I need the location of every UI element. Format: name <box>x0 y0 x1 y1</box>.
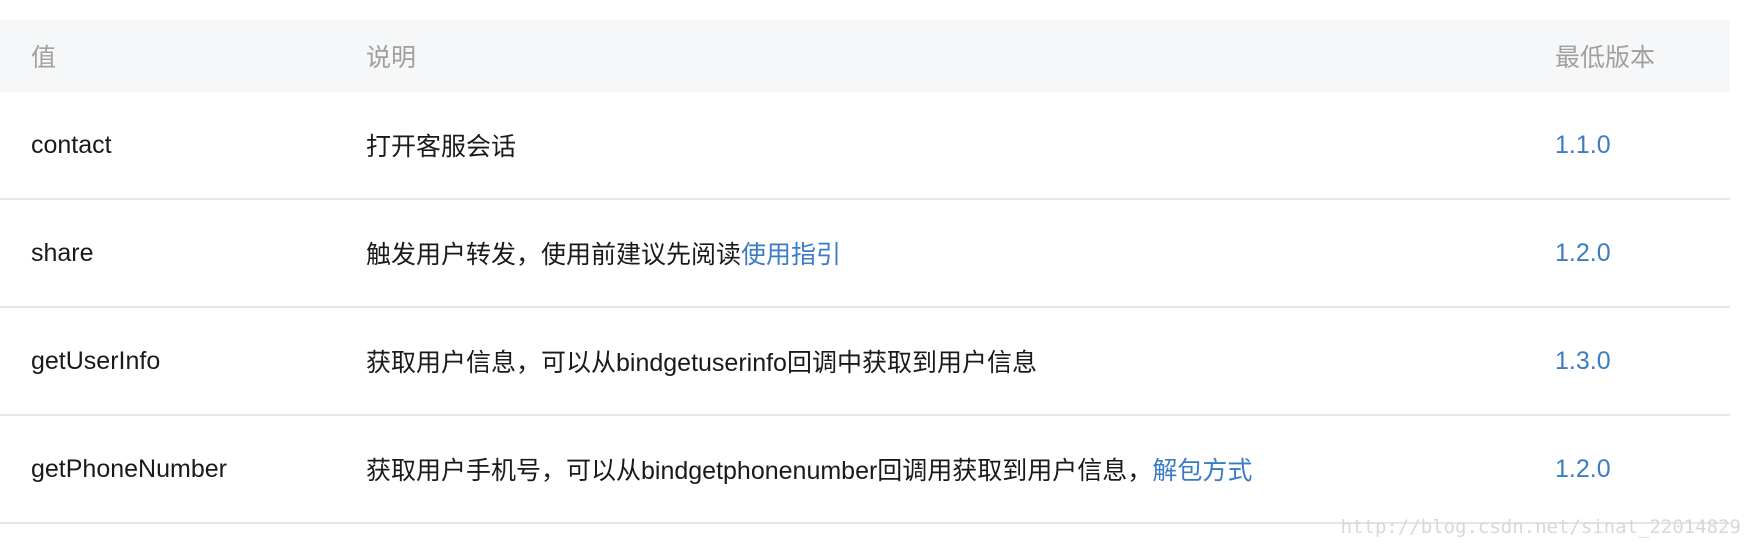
table-header: 值 说明 最低版本 <box>0 20 1730 92</box>
header-min-version: 最低版本 <box>1555 44 1656 72</box>
row-value: share <box>31 238 94 267</box>
decrypt-method-link[interactable]: 解包方式 <box>1152 451 1252 487</box>
header-description: 说明 <box>366 44 417 72</box>
row-version-link[interactable]: 1.1.0 <box>1555 92 1611 198</box>
row-version-link[interactable]: 1.2.0 <box>1555 200 1611 306</box>
row-description: 获取用户手机号，可以从bindgetphonenumber回调用获取到用户信息，… <box>366 416 1252 522</box>
row-version-link[interactable]: 1.3.0 <box>1555 308 1611 414</box>
row-value: getUserInfo <box>31 346 161 375</box>
row-value: getPhoneNumber <box>31 454 227 483</box>
table-row: getUserInfo 获取用户信息，可以从bindgetuserinfo回调中… <box>0 308 1730 416</box>
row-description: 打开客服会话 <box>366 92 516 198</box>
table-row: getPhoneNumber 获取用户手机号，可以从bindgetphonenu… <box>0 416 1730 524</box>
row-description-text: 获取用户手机号，可以从bindgetphonenumber回调用获取到用户信息， <box>366 457 1153 485</box>
attribute-table: 值 说明 最低版本 contact 打开客服会话 1.1.0 share 触发用… <box>0 20 1730 524</box>
table-row: contact 打开客服会话 1.1.0 <box>0 92 1730 200</box>
row-description: 触发用户转发，使用前建议先阅读 使用指引 <box>366 200 841 306</box>
usage-guide-link[interactable]: 使用指引 <box>741 235 841 271</box>
row-version-link[interactable]: 1.2.0 <box>1555 416 1611 522</box>
row-description-text: 触发用户转发，使用前建议先阅读 <box>366 241 742 269</box>
watermark: http://blog.csdn.net/sinat_22014829 <box>1340 516 1741 538</box>
row-description-text: 获取用户信息，可以从bindgetuserinfo回调中获取到用户信息 <box>366 349 1037 377</box>
table-row: share 触发用户转发，使用前建议先阅读 使用指引 1.2.0 <box>0 200 1730 308</box>
row-value: contact <box>31 130 112 159</box>
header-value: 值 <box>31 44 57 72</box>
row-description: 获取用户信息，可以从bindgetuserinfo回调中获取到用户信息 <box>366 308 1037 414</box>
row-description-text: 打开客服会话 <box>366 133 517 161</box>
